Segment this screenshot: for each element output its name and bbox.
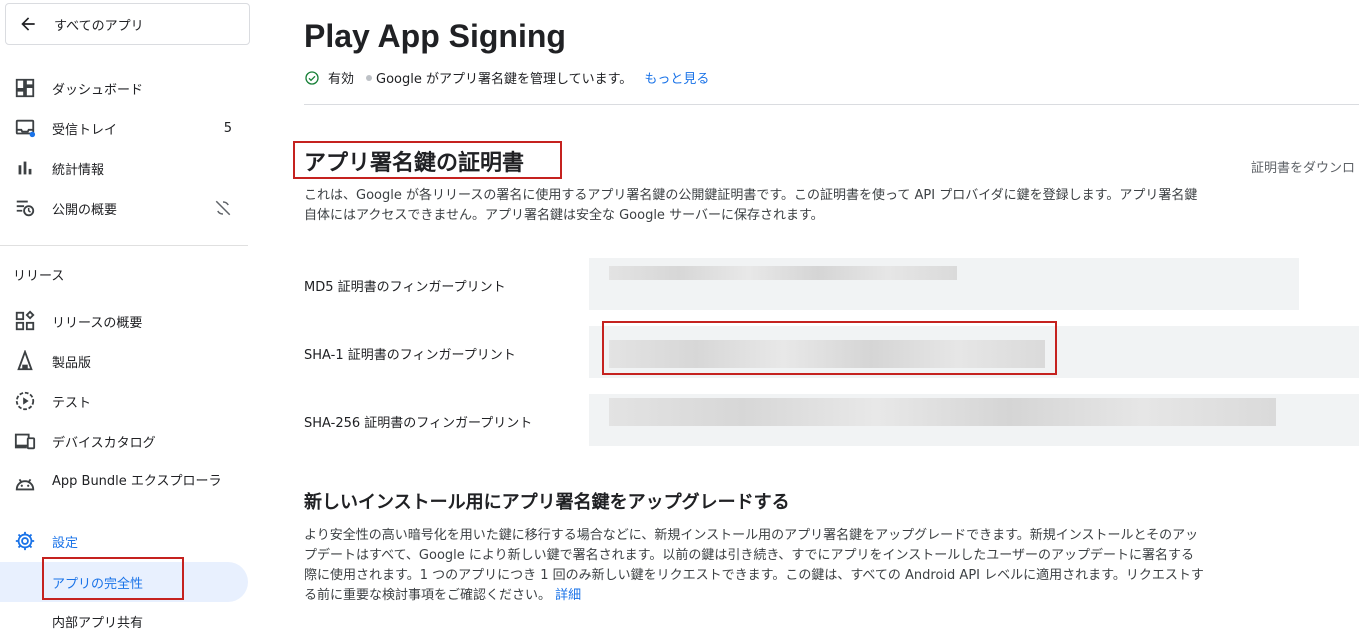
md5-fingerprint-value[interactable] (609, 266, 957, 280)
sidebar-item-release-overview[interactable]: リリースの概要 (0, 303, 248, 339)
signing-status: 有効 Google がアプリ署名鍵を管理しています。 もっと見る (304, 68, 709, 87)
publishing-overview-icon (16, 200, 35, 217)
highlight-box (42, 557, 184, 600)
sidebar-item-label: 製品版 (52, 355, 92, 371)
inbox-icon (15, 119, 36, 138)
inbox-count-badge: 5 (223, 120, 232, 136)
sidebar-item-publishing-overview[interactable]: 公開の概要 (0, 190, 248, 226)
sidebar-item-test[interactable]: テスト (0, 383, 248, 419)
highlight-box (293, 141, 562, 179)
cert-description: これは、Google が各リリースの署名に使用するアプリ署名鍵の公開鍵証明書です… (304, 188, 1198, 223)
gear-icon (15, 531, 35, 551)
sidebar-divider (0, 245, 248, 246)
test-icon (15, 391, 35, 411)
sidebar-item-inbox[interactable]: 受信トレイ 5 (0, 110, 248, 146)
sha256-fingerprint-value[interactable] (609, 398, 1276, 426)
back-to-all-apps-button[interactable]: すべてのアプリ (5, 3, 250, 45)
sidebar: すべてのアプリ ダッシュボード 受信トレイ 5 統計情報 公開の概要 リリース … (0, 0, 258, 630)
upgrade-description: より安全性の高い暗号化を用いた鍵に移行する場合などに、新規インストール用のアプリ… (304, 526, 1204, 606)
sidebar-item-label: 統計情報 (52, 162, 105, 178)
sidebar-item-dashboard[interactable]: ダッシュボード (0, 70, 248, 106)
sync-disabled-icon (215, 200, 231, 216)
main-content: Play App Signing 有効 Google がアプリ署名鍵を管理してい… (258, 0, 1359, 630)
sha256-label: SHA-256 証明書のフィンガープリント (304, 416, 533, 431)
sidebar-item-app-bundle-explorer[interactable]: App Bundle エクスプローラ (0, 470, 248, 514)
sidebar-item-label: 設定 (52, 535, 79, 551)
upgrade-description-text: より安全性の高い暗号化を用いた鍵に移行する場合などに、新規インストール用のアプリ… (304, 528, 1204, 603)
status-state: 有効 (328, 72, 355, 87)
status-description: Google がアプリ署名鍵を管理しています。 (376, 72, 633, 87)
sidebar-item-label: 公開の概要 (52, 202, 118, 218)
sidebar-item-production[interactable]: 製品版 (0, 343, 248, 379)
bar-chart-icon (18, 161, 32, 175)
sidebar-item-label: デバイスカタログ (52, 435, 156, 451)
sidebar-item-label: App Bundle エクスプローラ (52, 474, 222, 489)
check-circle-icon (305, 70, 319, 85)
sidebar-item-internal-app-sharing[interactable]: 内部アプリ共有 (0, 603, 248, 630)
release-overview-icon (15, 310, 35, 331)
sidebar-item-label: ダッシュボード (52, 82, 144, 98)
sha1-label: SHA-1 証明書のフィンガープリント (304, 348, 516, 363)
android-icon (15, 478, 35, 491)
highlight-box (602, 321, 1057, 375)
learn-more-link[interactable]: もっと見る (644, 68, 709, 87)
sidebar-item-label: リリースの概要 (52, 315, 143, 331)
separator-dot (366, 74, 373, 81)
sidebar-item-label: テスト (52, 395, 92, 411)
page-title: Play App Signing (304, 18, 566, 54)
details-link[interactable]: 詳細 (555, 588, 581, 603)
download-certificate-link[interactable]: 証明書をダウンロ (1251, 157, 1355, 176)
release-section-title: リリース (13, 269, 65, 284)
sidebar-item-statistics[interactable]: 統計情報 (0, 150, 248, 186)
sidebar-item-device-catalog[interactable]: デバイスカタログ (0, 423, 248, 459)
production-icon (17, 350, 33, 371)
devices-icon (14, 433, 36, 450)
back-label: すべてのアプリ (54, 18, 144, 34)
sidebar-item-label: 内部アプリ共有 (52, 615, 144, 630)
arrow-back-icon (21, 17, 35, 31)
sidebar-item-settings[interactable]: 設定 (0, 523, 248, 559)
sidebar-item-label: 受信トレイ (52, 122, 118, 138)
dashboard-icon (15, 78, 35, 98)
upgrade-section-title: 新しいインストール用にアプリ署名鍵をアップグレードする (304, 492, 790, 513)
md5-label: MD5 証明書のフィンガープリント (304, 280, 506, 295)
header-divider (304, 104, 1359, 105)
